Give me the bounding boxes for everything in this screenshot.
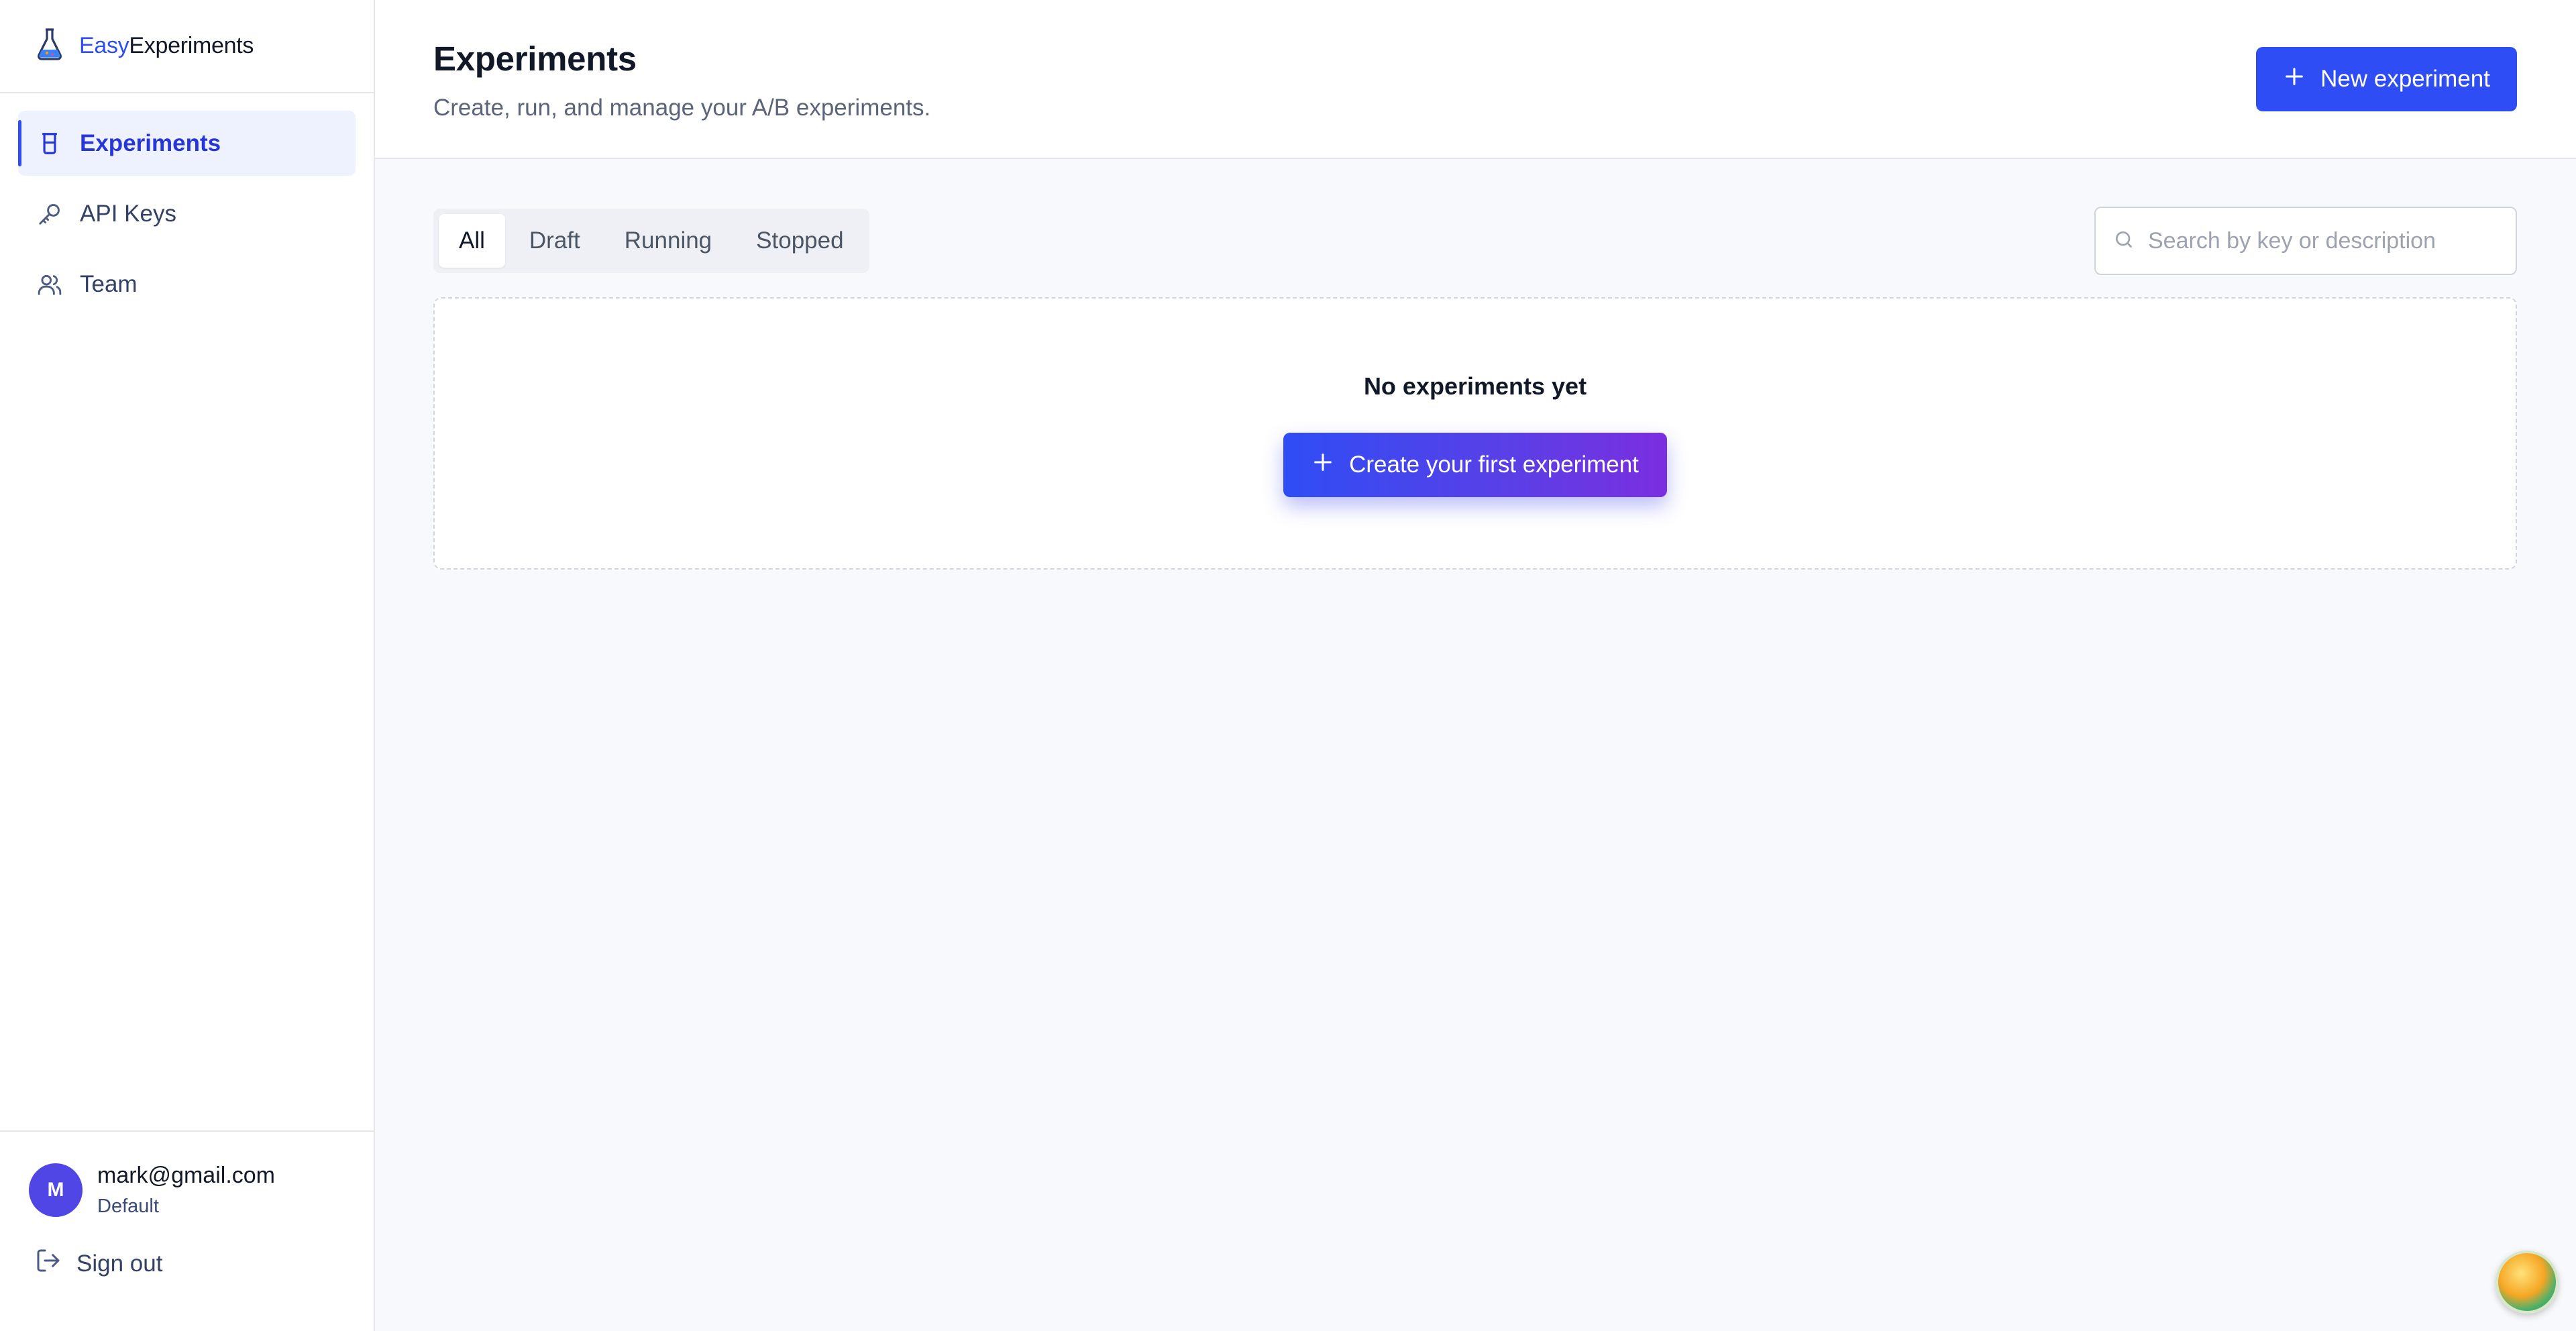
key-icon	[36, 200, 64, 228]
user-info: mark@gmail.com Default	[97, 1163, 275, 1218]
main-content: Experiments Create, run, and manage your…	[375, 0, 2576, 1331]
sidebar-item-label: Experiments	[80, 129, 221, 156]
create-first-experiment-label: Create your first experiment	[1349, 451, 1639, 478]
page-subtitle: Create, run, and manage your A/B experim…	[433, 95, 931, 121]
sign-out-label: Sign out	[76, 1250, 163, 1277]
users-icon	[36, 270, 64, 299]
user-profile[interactable]: M mark@gmail.com Default	[0, 1132, 374, 1218]
brand-name-easy: Easy	[79, 33, 129, 58]
sidebar-footer: M mark@gmail.com Default Sign out	[0, 1130, 374, 1331]
empty-state: No experiments yet Create your first exp…	[433, 297, 2517, 570]
brand[interactable]: EasyExperiments	[0, 0, 374, 93]
tab-stopped[interactable]: Stopped	[736, 214, 863, 268]
page-title: Experiments	[433, 40, 637, 78]
search-input[interactable]	[2148, 227, 2510, 254]
floating-helper-badge[interactable]	[2496, 1250, 2559, 1314]
brand-name-experiments: Experiments	[129, 33, 254, 58]
user-org: Default	[97, 1195, 159, 1217]
search-box[interactable]	[2094, 207, 2517, 275]
sidebar-item-label: Team	[80, 270, 138, 297]
app-root: EasyExperiments Experiments API Keys Tea…	[0, 0, 2576, 1331]
experiments-section: All Draft Running Stopped No experiments…	[375, 159, 2576, 570]
sidebar-nav: Experiments API Keys Team	[0, 93, 374, 334]
new-experiment-button[interactable]: New experiment	[2256, 47, 2517, 111]
page-header: Experiments Create, run, and manage your…	[375, 0, 2576, 159]
tab-all[interactable]: All	[439, 214, 505, 268]
plus-icon	[2283, 65, 2306, 94]
user-email: mark@gmail.com	[97, 1163, 275, 1188]
tab-draft[interactable]: Draft	[509, 214, 600, 268]
avatar: M	[29, 1163, 83, 1217]
sidebar-item-team[interactable]: Team	[18, 252, 356, 317]
sign-out-icon	[35, 1247, 62, 1280]
plus-icon	[1311, 451, 1334, 480]
create-first-experiment-button[interactable]: Create your first experiment	[1283, 433, 1667, 497]
sidebar-item-label: API Keys	[80, 200, 176, 227]
flask-icon	[35, 27, 64, 65]
tab-running[interactable]: Running	[604, 214, 732, 268]
empty-state-title: No experiments yet	[1363, 372, 1587, 400]
search-icon	[2113, 229, 2135, 254]
sign-out-button[interactable]: Sign out	[35, 1247, 374, 1280]
status-tabs: All Draft Running Stopped	[433, 209, 869, 273]
sidebar-item-experiments[interactable]: Experiments	[18, 111, 356, 176]
sidebar: EasyExperiments Experiments API Keys Tea…	[0, 0, 375, 1331]
brand-name: EasyExperiments	[79, 33, 254, 59]
beaker-icon	[36, 129, 64, 158]
sidebar-item-api-keys[interactable]: API Keys	[18, 181, 356, 246]
filter-toolbar: All Draft Running Stopped	[433, 206, 2517, 276]
new-experiment-label: New experiment	[2320, 66, 2490, 92]
